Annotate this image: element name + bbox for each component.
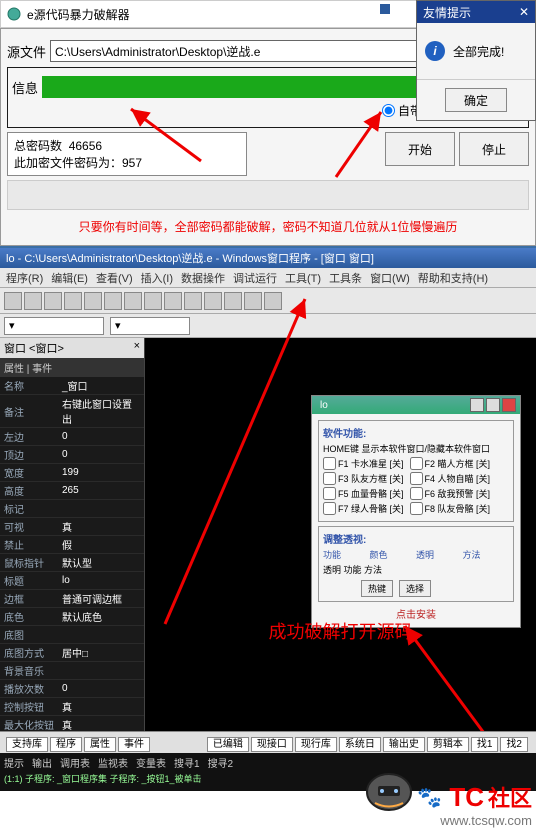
progress-bar bbox=[42, 76, 430, 98]
ide-canvas[interactable]: lo 软件功能: HOME键 显示本软件窗口/隐藏本软件窗口 F1 卡水准星 [… bbox=[145, 338, 536, 756]
block-adjust: 调整透视: 功能颜色透明方法 透明 功能 方法 热键 选择 bbox=[318, 526, 514, 602]
ide-toolbar[interactable] bbox=[0, 288, 536, 314]
src-label: 源文件 bbox=[7, 42, 46, 61]
paw-icon: 🐾 bbox=[417, 785, 442, 810]
info-label: 信息 bbox=[12, 78, 38, 97]
hotkey-button[interactable]: 热键 bbox=[361, 580, 393, 597]
ide: lo - C:\Users\Administrator\Desktop\逆战.e… bbox=[0, 246, 536, 791]
status-box: 总密码数 46656 此加密文件密码为：957 bbox=[7, 132, 247, 176]
ad-bar bbox=[7, 180, 529, 210]
ide-menu[interactable]: 程序(R)编辑(E)查看(V)插入(I)数据操作调试运行工具(T)工具条窗口(W… bbox=[0, 268, 536, 288]
src-input[interactable] bbox=[50, 40, 455, 62]
ide-title: lo - C:\Users\Administrator\Desktop\逆战.e… bbox=[0, 248, 536, 268]
combo-1: ▾ bbox=[4, 317, 104, 335]
popup-msg: 全部完成! bbox=[453, 43, 504, 60]
ide-toolbar2[interactable]: ▾ ▾ bbox=[0, 314, 536, 338]
pubg-icon bbox=[360, 768, 418, 816]
block-functions: 软件功能: HOME键 显示本软件窗口/隐藏本软件窗口 F1 卡水准星 [关]F… bbox=[318, 420, 514, 522]
select-button[interactable]: 选择 bbox=[399, 580, 431, 597]
min-icon bbox=[379, 3, 391, 15]
success-text: 成功破解打开源码 bbox=[269, 618, 413, 644]
arrow-down-1 bbox=[135, 294, 335, 634]
ide-side-panel: 窗口 <窗口>× 属性 | 事件 名称_窗口备注右键此窗口设置出左边0顶边0宽度… bbox=[0, 338, 145, 756]
prop-table[interactable]: 名称_窗口备注右键此窗口设置出左边0顶边0宽度199高度265标记可视真禁止假鼠… bbox=[0, 377, 144, 756]
dlg-min[interactable] bbox=[470, 398, 484, 412]
app-icon bbox=[7, 7, 21, 21]
side-tabs[interactable]: 属性 | 事件 bbox=[0, 358, 144, 377]
popup-close[interactable]: ✕ bbox=[519, 5, 529, 19]
cracker-title: e源代码暴力破解器 bbox=[27, 6, 130, 23]
popup-title: 友情提示 bbox=[423, 4, 471, 21]
lo-dialog[interactable]: lo 软件功能: HOME键 显示本软件窗口/隐藏本软件窗口 F1 卡水准星 [… bbox=[311, 395, 521, 628]
dlg-max[interactable] bbox=[486, 398, 500, 412]
ide-bottom-tabs[interactable]: 支持库程序属性事件 已编辑现接口现行库系统日输出史剪辑本找1找2 bbox=[0, 731, 536, 753]
friendly-popup: 友情提示 ✕ i 全部完成! 确定 bbox=[416, 0, 536, 121]
lo-titlebar: lo bbox=[312, 396, 520, 414]
watermark: 🐾 TC 社区 www.tcsqw.com bbox=[417, 781, 532, 828]
combo-2: ▾ bbox=[110, 317, 190, 335]
popup-ok-button[interactable]: 确定 bbox=[445, 88, 507, 112]
red-note: 只要你有时间等，全部密码都能破解，密码不知道几位就从1位慢慢遍历 bbox=[7, 214, 529, 239]
dlg-close[interactable] bbox=[502, 398, 516, 412]
stop-button[interactable]: 停止 bbox=[459, 132, 529, 166]
info-icon: i bbox=[425, 41, 445, 61]
side-title: 窗口 <窗口> bbox=[4, 340, 64, 356]
start-button[interactable]: 开始 bbox=[385, 132, 455, 166]
